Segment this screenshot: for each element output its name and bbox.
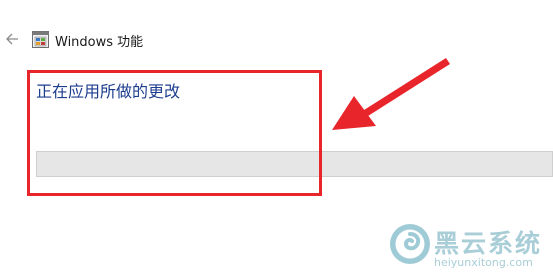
back-arrow-icon[interactable] bbox=[3, 30, 21, 48]
swirl-logo-icon bbox=[390, 224, 430, 264]
watermark-brand: 黑云系统 bbox=[434, 229, 543, 258]
windows-features-icon bbox=[32, 31, 49, 48]
annotation-highlight-box bbox=[27, 70, 322, 196]
watermark: 黑云系统 heiyunxitong.com bbox=[388, 222, 548, 276]
watermark-domain: heiyunxitong.com bbox=[434, 256, 533, 269]
annotation-arrow bbox=[332, 58, 450, 130]
title-bar: Windows 功能 bbox=[0, 28, 553, 52]
window-title: Windows 功能 bbox=[55, 35, 144, 50]
